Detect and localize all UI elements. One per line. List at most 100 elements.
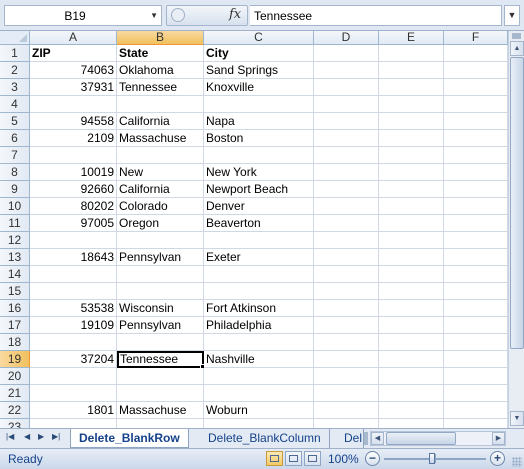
cell-f2[interactable] [444, 62, 508, 79]
cell-f9[interactable] [444, 181, 508, 198]
cell-c22[interactable]: Woburn [204, 402, 314, 419]
cell-f7[interactable] [444, 147, 508, 164]
cell-b2[interactable]: Oklahoma [117, 62, 204, 79]
row-header-18[interactable]: 18 [0, 334, 30, 351]
cell-c19[interactable]: Nashville [204, 351, 314, 368]
cell-d11[interactable] [314, 215, 379, 232]
cell-d12[interactable] [314, 232, 379, 249]
expand-formula-bar-button[interactable]: ▼ [504, 5, 520, 26]
cell-e3[interactable] [379, 79, 444, 96]
cell-a9[interactable]: 92660 [30, 181, 117, 198]
cell-a18[interactable] [30, 334, 117, 351]
cell-e8[interactable] [379, 164, 444, 181]
cell-f21[interactable] [444, 385, 508, 402]
row-header-13[interactable]: 13 [0, 249, 30, 266]
cell-d19[interactable] [314, 351, 379, 368]
cell-d6[interactable] [314, 130, 379, 147]
cell-a14[interactable] [30, 266, 117, 283]
scroll-down-icon[interactable]: ▼ [510, 411, 524, 426]
cell-e20[interactable] [379, 368, 444, 385]
cell-d4[interactable] [314, 96, 379, 113]
cell-b21[interactable] [117, 385, 204, 402]
cell-b7[interactable] [117, 147, 204, 164]
horizontal-scroll-thumb[interactable] [386, 432, 456, 445]
scroll-up-icon[interactable]: ▲ [510, 41, 524, 56]
cell-a8[interactable]: 10019 [30, 164, 117, 181]
cell-c12[interactable] [204, 232, 314, 249]
tab-split-handle[interactable] [364, 432, 368, 445]
page-layout-view-icon[interactable] [285, 451, 302, 466]
cell-b4[interactable] [117, 96, 204, 113]
row-header-12[interactable]: 12 [0, 232, 30, 249]
cell-b11[interactable]: Oregon [117, 215, 204, 232]
formula-bar-resize-icon[interactable] [171, 8, 185, 22]
cell-d2[interactable] [314, 62, 379, 79]
cell-c20[interactable] [204, 368, 314, 385]
zoom-level[interactable]: 100% [328, 452, 359, 466]
row-header-23[interactable]: 23 [0, 419, 30, 428]
cell-e6[interactable] [379, 130, 444, 147]
cell-b9[interactable]: California [117, 181, 204, 198]
cell-e4[interactable] [379, 96, 444, 113]
cell-a6[interactable]: 2109 [30, 130, 117, 147]
select-all-button[interactable] [0, 31, 30, 45]
cell-e7[interactable] [379, 147, 444, 164]
cell-b1[interactable]: State [117, 45, 204, 62]
cell-d8[interactable] [314, 164, 379, 181]
cell-d20[interactable] [314, 368, 379, 385]
cell-a23[interactable] [30, 419, 117, 428]
cell-b5[interactable]: California [117, 113, 204, 130]
normal-view-icon[interactable] [266, 451, 283, 466]
cell-d16[interactable] [314, 300, 379, 317]
cell-e13[interactable] [379, 249, 444, 266]
cell-d17[interactable] [314, 317, 379, 334]
cell-a19[interactable]: 37204 [30, 351, 117, 368]
column-header-d[interactable]: D [314, 31, 379, 45]
cell-a16[interactable]: 53538 [30, 300, 117, 317]
cell-f14[interactable] [444, 266, 508, 283]
cell-e12[interactable] [379, 232, 444, 249]
cell-a22[interactable]: 1801 [30, 402, 117, 419]
cell-d15[interactable] [314, 283, 379, 300]
row-header-21[interactable]: 21 [0, 385, 30, 402]
cell-c6[interactable]: Boston [204, 130, 314, 147]
cell-d21[interactable] [314, 385, 379, 402]
cell-e9[interactable] [379, 181, 444, 198]
cell-d1[interactable] [314, 45, 379, 62]
cell-a4[interactable] [30, 96, 117, 113]
cell-e21[interactable] [379, 385, 444, 402]
cell-c15[interactable] [204, 283, 314, 300]
cell-d23[interactable] [314, 419, 379, 428]
cell-f15[interactable] [444, 283, 508, 300]
insert-function-icon[interactable]: fx [229, 7, 241, 22]
cell-b18[interactable] [117, 334, 204, 351]
cell-e1[interactable] [379, 45, 444, 62]
zoom-out-icon[interactable]: − [365, 451, 380, 466]
next-sheet-icon[interactable]: ▶ [38, 432, 44, 441]
cell-b19[interactable]: Tennessee [117, 351, 204, 368]
cell-b20[interactable] [117, 368, 204, 385]
cell-d5[interactable] [314, 113, 379, 130]
column-header-e[interactable]: E [379, 31, 444, 45]
column-header-b[interactable]: B [117, 31, 204, 45]
zoom-slider-thumb[interactable] [429, 453, 435, 464]
row-header-1[interactable]: 1 [0, 45, 30, 62]
cell-a15[interactable] [30, 283, 117, 300]
cell-e15[interactable] [379, 283, 444, 300]
row-header-2[interactable]: 2 [0, 62, 30, 79]
cell-f13[interactable] [444, 249, 508, 266]
cell-f8[interactable] [444, 164, 508, 181]
cell-f22[interactable] [444, 402, 508, 419]
cell-f18[interactable] [444, 334, 508, 351]
cell-b17[interactable]: Pennsylvan [117, 317, 204, 334]
cell-c8[interactable]: New York [204, 164, 314, 181]
cell-c7[interactable] [204, 147, 314, 164]
cell-b15[interactable] [117, 283, 204, 300]
cell-d9[interactable] [314, 181, 379, 198]
cell-f5[interactable] [444, 113, 508, 130]
cell-b8[interactable]: New [117, 164, 204, 181]
cell-f12[interactable] [444, 232, 508, 249]
cell-f17[interactable] [444, 317, 508, 334]
prev-sheet-icon[interactable]: ◀ [24, 432, 30, 441]
row-header-7[interactable]: 7 [0, 147, 30, 164]
